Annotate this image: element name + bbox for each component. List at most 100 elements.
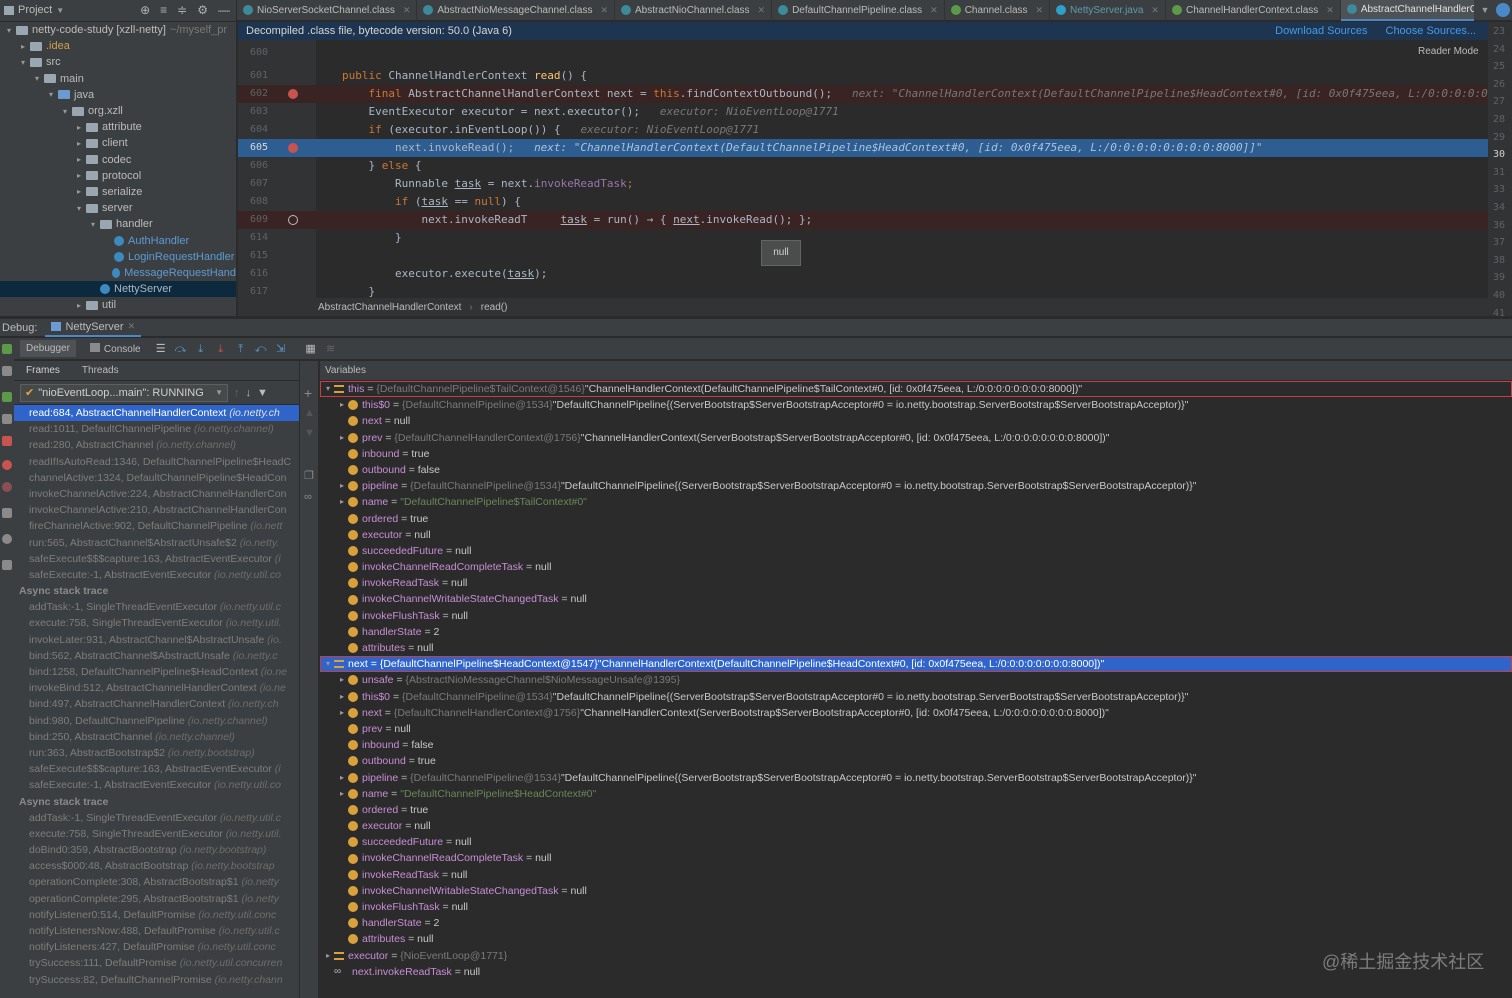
tree-node[interactable]: NettyServer <box>0 281 236 298</box>
line-number[interactable]: 604 <box>238 121 316 139</box>
search-icon[interactable] <box>1496 3 1510 17</box>
editor-tab[interactable]: NioServerSocketChannel.class ✕ <box>237 0 418 21</box>
stack-frame[interactable]: operationComplete:295, AbstractBootstrap… <box>14 891 299 907</box>
line-number[interactable]: 606 <box>238 157 316 175</box>
stack-frame[interactable]: safeExecute:-1, AbstractEventExecutor (i… <box>14 777 299 793</box>
line-number[interactable]: 603 <box>238 103 316 121</box>
tree-node[interactable]: AuthHandler <box>0 232 236 248</box>
variable-row[interactable]: ▸ unsafe = {AbstractNioMessageChannel$Nio… <box>320 672 1512 688</box>
view-breakpoints-icon[interactable] <box>2 460 12 470</box>
tree-node[interactable]: ▸ protocol <box>0 168 236 184</box>
stop-icon[interactable] <box>2 436 12 446</box>
stack-frame[interactable]: invokeBind:512, AbstractChannelHandlerCo… <box>14 680 299 696</box>
thread-selector[interactable]: ✔ "nioEventLoop...main": RUNNING ▼ <box>20 383 228 402</box>
variable-row[interactable]: outbound = false <box>320 462 1512 478</box>
tree-node[interactable]: ▾ org.xzll <box>0 103 236 119</box>
chevron-down-icon[interactable]: ▾ <box>88 220 98 229</box>
stack-frame[interactable]: bind:250, AbstractChannel (io.netty.chan… <box>14 729 299 745</box>
chevron-right-icon[interactable]: ▸ <box>336 430 348 446</box>
line-number[interactable]: 607 <box>238 175 316 193</box>
tree-node[interactable]: ▾ src <box>0 54 236 70</box>
editor-tab[interactable]: Channel.class ✕ <box>945 0 1051 21</box>
code-line[interactable]: if (executor.inEventLoop()) { executor: … <box>316 121 1488 139</box>
editor-tab[interactable]: AbstractNioMessageChannel.class ✕ <box>417 0 616 21</box>
line-number[interactable]: 602 <box>238 85 316 103</box>
close-icon[interactable]: ✕ <box>600 5 608 16</box>
stack-frame[interactable]: operationComplete:308, AbstractBootstrap… <box>14 874 299 890</box>
tree-node[interactable]: ▾ java <box>0 87 236 103</box>
line-number[interactable]: 600 <box>238 44 316 62</box>
chevron-down-icon[interactable]: ▾ <box>322 381 334 397</box>
stack-frame[interactable]: trySuccess:82, DefaultChannelPromise (io… <box>14 972 299 988</box>
close-icon[interactable]: ✕ <box>128 321 136 332</box>
chevron-right-icon[interactable]: ▸ <box>74 171 84 180</box>
variable-row[interactable]: succeededFuture = null <box>320 834 1512 850</box>
line-number[interactable]: 616 <box>238 265 316 283</box>
code-line[interactable] <box>316 247 1488 265</box>
variable-row[interactable]: ▾ next = {DefaultChannelPipeline$HeadCont… <box>320 656 1512 673</box>
stack-frame[interactable]: doBind0:359, AbstractBootstrap (io.netty… <box>14 842 299 858</box>
stack-frame[interactable]: notifyListener0:514, DefaultPromise (io.… <box>14 907 299 923</box>
code-line[interactable]: Runnable task = next.invokeReadTask; <box>316 175 1488 193</box>
rerun-icon[interactable] <box>2 344 12 354</box>
chevron-down-icon[interactable]: ▼ <box>56 6 64 15</box>
editor-tab[interactable]: AbstractNioChannel.class ✕ <box>615 0 773 21</box>
chevron-right-icon[interactable]: ▸ <box>336 770 348 786</box>
tree-node[interactable]: ▸ attribute <box>0 119 236 135</box>
tree-node[interactable]: ▸ serialize <box>0 184 236 200</box>
stack-frame[interactable]: safeExecute:-1, AbstractEventExecutor (i… <box>14 567 299 583</box>
stack-frame[interactable]: notifyListenersNow:488, DefaultPromise (… <box>14 923 299 939</box>
locate-icon[interactable]: ⊕ <box>140 3 150 17</box>
variable-row[interactable]: executor = null <box>320 818 1512 834</box>
variable-row[interactable]: invokeChannelWritableStateChangedTask = … <box>320 883 1512 899</box>
stack-frame[interactable]: bind:1258, DefaultChannelPipeline$HeadCo… <box>14 664 299 680</box>
expand-all-icon[interactable]: ≡ <box>160 3 167 17</box>
choose-sources-link[interactable]: Choose Sources... <box>1386 25 1477 37</box>
camera-icon[interactable] <box>2 508 12 518</box>
chevron-right-icon[interactable]: ▸ <box>336 494 348 510</box>
variable-row[interactable]: next = null <box>320 413 1512 429</box>
tree-node[interactable]: ▸ util <box>0 297 236 313</box>
variable-row[interactable]: inbound = false <box>320 737 1512 753</box>
stack-frame[interactable]: run:565, AbstractChannel$AbstractUnsafe$… <box>14 535 299 551</box>
variable-row[interactable]: ▸ name = "DefaultChannelPipeline$HeadCont… <box>320 786 1512 802</box>
code-line[interactable]: next.invokeRead(); next: "ChannelHandler… <box>316 139 1488 157</box>
code-line[interactable]: public ChannelHandlerContext read() { <box>316 67 1488 85</box>
tree-node[interactable]: ▸ codec <box>0 152 236 168</box>
editor-tab[interactable]: NettyServer.java ✕ <box>1050 0 1166 21</box>
stack-frame[interactable]: fireChannelActive:902, DefaultChannelPip… <box>14 518 299 534</box>
chevron-right-icon[interactable]: ▸ <box>336 705 348 721</box>
variable-row[interactable]: invokeChannelReadCompleteTask = null <box>320 850 1512 866</box>
variable-row[interactable]: invokeFlushTask = null <box>320 608 1512 624</box>
debug-session-tab[interactable]: NettyServer ✕ <box>45 319 142 337</box>
reader-mode-toggle[interactable]: Reader Mode <box>1418 46 1479 57</box>
console-tab[interactable]: Console <box>84 340 147 358</box>
tree-node[interactable]: ▸ client <box>0 135 236 151</box>
chevron-down-icon[interactable]: ▾ <box>18 58 28 67</box>
chevron-down-icon[interactable]: ▾ <box>4 26 14 35</box>
variable-row[interactable]: ▾ this = {DefaultChannelPipeline$TailCont… <box>320 381 1512 398</box>
chevron-down-icon[interactable]: ▾ <box>46 90 56 99</box>
frame-down-icon[interactable]: ↓ <box>246 387 252 399</box>
line-number[interactable]: 617 <box>238 283 316 298</box>
tree-node[interactable]: ▾ handler <box>0 216 236 232</box>
variable-row[interactable]: handlerState = 2 <box>320 915 1512 931</box>
variable-row[interactable]: succeededFuture = null <box>320 543 1512 559</box>
project-view-header[interactable]: Project ▼ ⊕ ≡ ≑ ⚙ — <box>0 0 237 21</box>
stack-frame[interactable]: invokeLater:931, AbstractChannel$Abstrac… <box>14 632 299 648</box>
variable-row[interactable]: ▸ prev = {DefaultChannelHandlerContext@17… <box>320 430 1512 446</box>
variable-row[interactable]: ▸ pipeline = {DefaultChannelPipeline@1534… <box>320 478 1512 494</box>
variable-row[interactable]: ▸ pipeline = {DefaultChannelPipeline@1534… <box>320 770 1512 786</box>
variable-row[interactable]: prev = null <box>320 721 1512 737</box>
tree-node[interactable]: LoginRequestHandler <box>0 249 236 265</box>
variable-row[interactable]: attributes = null <box>320 640 1512 656</box>
stack-frame[interactable]: invokeChannelActive:224, AbstractChannel… <box>14 486 299 502</box>
code-line[interactable]: final AbstractChannelHandlerContext next… <box>316 85 1488 103</box>
editor-tab[interactable]: DefaultChannelPipeline.class ✕ <box>772 0 945 21</box>
tree-node[interactable]: ▾ main <box>0 71 236 87</box>
stack-frame[interactable]: bind:980, DefaultChannelPipeline (io.net… <box>14 713 299 729</box>
code-line[interactable]: } <box>316 229 1488 247</box>
breadcrumb-method[interactable]: read() <box>481 302 508 313</box>
force-step-into-icon[interactable]: ⤓ <box>215 343 227 354</box>
tree-node[interactable]: ▸ .idea <box>0 38 236 54</box>
